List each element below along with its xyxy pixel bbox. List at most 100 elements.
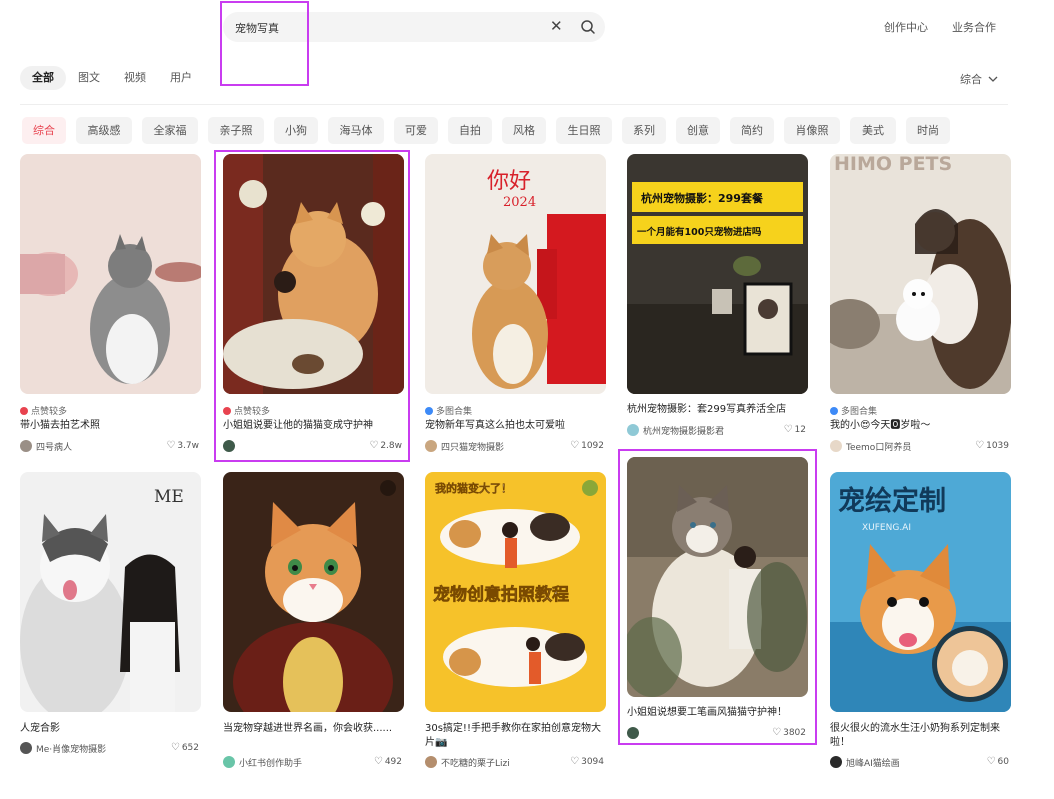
business-link[interactable]: 业务合作 [952,19,996,35]
chip-comprehensive[interactable]: 综合 [22,117,66,144]
like-count[interactable]: ♡ 3094 [570,756,604,767]
image-text: 杭州宠物摄影：299套餐 [641,191,764,205]
card-image[interactable] [223,472,404,712]
card-footer: 不吃糖的栗子Lizi ♡ 3094 [425,755,606,769]
avatar[interactable] [830,440,842,452]
chip-fashion[interactable]: 时尚 [906,117,950,144]
card-author[interactable]: 不吃糖的栗子Lizi [441,756,510,769]
card-image[interactable] [20,154,201,394]
image-text: XUFENG.AI [862,523,911,533]
play-icon [380,480,396,496]
close-icon[interactable]: ✕ [550,18,563,34]
chip-style[interactable]: 风格 [502,117,546,144]
heart-icon: ♡ [570,756,580,767]
card-author[interactable]: 四只猫宠物摄影 [441,440,504,453]
heart-icon: ♡ [570,440,580,451]
avatar[interactable] [627,727,639,739]
card-image[interactable]: 你好 2024 [425,154,606,394]
card-image[interactable]: 我的猫变大了！ 宠物创意拍照教程 [425,472,606,712]
play-icon [582,480,598,496]
like-count[interactable]: ♡ 3802 [772,727,806,738]
chip-himo[interactable]: 海马体 [328,117,384,144]
avatar[interactable] [223,756,235,768]
tab-video[interactable]: 视频 [124,66,146,90]
chip-cute[interactable]: 可爱 [394,117,438,144]
card-author[interactable]: 四号病人 [36,440,72,453]
card-title[interactable]: 宠物新年写真这么拍也太可爱啦 [425,419,606,433]
heart-icon: ♡ [986,756,996,767]
card-image[interactable]: 杭州宠物摄影：299套餐 一个月能有100只宠物进店吗 [627,154,808,394]
avatar[interactable] [20,742,32,754]
heart-icon: ♡ [369,440,379,451]
avatar[interactable] [425,440,437,452]
card-author[interactable]: 杭州宠物摄影摄影君 [643,424,724,437]
like-count[interactable]: ♡ 3.7w [166,440,199,451]
like-count[interactable]: ♡ 2.8w [369,440,402,451]
sort-dropdown[interactable]: 综合 [960,71,998,87]
card-footer: ♡ 2.8w [223,439,404,453]
card-author[interactable]: Teemo口阿养员 [846,440,911,453]
card-image[interactable]: 宠绘定制 XUFENG.AI [830,472,1011,712]
chip-puppy[interactable]: 小狗 [274,117,318,144]
heart-icon: ♡ [772,727,782,738]
card-title[interactable]: 当宠物穿越进世界名画，你会收获...... [223,722,404,750]
card-title[interactable]: 杭州宠物摄影：套299写真养活全店 [627,403,808,417]
avatar[interactable] [20,440,32,452]
chip-premium[interactable]: 高级感 [76,117,132,144]
card-title[interactable]: 带小猫去拍艺术照 [20,419,201,433]
sort-label: 综合 [960,73,982,86]
image-text: 宠绘定制 [838,485,946,517]
search-input[interactable]: 宠物写真 [235,20,279,36]
heart-icon: ♡ [170,742,180,753]
card-title[interactable]: 小姐姐说要让他的猫猫变成守护神 [223,419,404,433]
image-text: 2024 [503,195,536,210]
like-count[interactable]: ♡ 12 [784,424,806,435]
card-author[interactable]: 小红书创作助手 [239,756,302,769]
card-title[interactable]: 很火很火的流水生汪小奶狗系列定制来啦！ [830,722,1011,750]
search-icon[interactable] [580,19,596,35]
like-count[interactable]: ♡ 60 [987,756,1009,767]
card-tag: 多图合集 [830,404,877,417]
avatar[interactable] [830,756,842,768]
card-image[interactable]: ME [20,472,201,712]
chip-parent-child[interactable]: 亲子照 [208,117,264,144]
tab-users[interactable]: 用户 [170,66,192,90]
like-count[interactable]: ♡ 1039 [975,440,1009,451]
card-footer: 旭峰AI猫绘画 ♡ 60 [830,755,1011,769]
chip-family[interactable]: 全家福 [142,117,198,144]
card-image[interactable]: HIMO PETS [830,154,1011,394]
chip-selfie[interactable]: 自拍 [448,117,492,144]
card-footer: ♡ 3802 [627,726,808,740]
like-count[interactable]: ♡ 1092 [570,440,604,451]
chip-creative[interactable]: 创意 [676,117,720,144]
card-author[interactable]: Me·肖像宠物摄影 [36,742,106,755]
card-image[interactable] [223,154,404,394]
creator-center-link[interactable]: 创作中心 [884,19,928,35]
card-title[interactable]: 我的小😍今天🅾岁啦～ [830,419,1011,433]
like-count[interactable]: ♡ 652 [171,742,199,753]
chip-simple[interactable]: 简约 [730,117,774,144]
tab-notes[interactable]: 图文 [78,66,100,90]
search-bar[interactable]: 宠物写真 ✕ [223,12,605,42]
card-image[interactable] [627,457,808,697]
card-footer: 小红书创作助手 ♡ 492 [223,755,404,769]
avatar[interactable] [425,756,437,768]
avatar[interactable] [223,440,235,452]
divider [20,104,1008,105]
chip-series[interactable]: 系列 [622,117,666,144]
card-author[interactable]: 旭峰AI猫绘画 [846,756,900,769]
heart-icon: ♡ [975,440,985,451]
like-count[interactable]: ♡ 492 [374,756,402,767]
card-title[interactable]: 30s搞定!!手把手教你在家拍创意宠物大片📷 [425,722,606,750]
chip-portrait[interactable]: 肖像照 [784,117,840,144]
header: 宠物写真 ✕ 创作中心 业务合作 [0,0,1054,56]
card-title[interactable]: 人宠合影 [20,722,201,736]
chip-birthday[interactable]: 生日照 [556,117,612,144]
chip-american[interactable]: 美式 [850,117,896,144]
heart-icon: ♡ [166,440,176,451]
avatar[interactable] [627,424,639,436]
card-footer: 四只猫宠物摄影 ♡ 1092 [425,439,606,453]
card-title[interactable]: 小姐姐说想要工笔画风猫猫守护神！ [627,706,808,720]
tab-all[interactable]: 全部 [20,66,66,90]
image-text: 一个月能有100只宠物进店吗 [637,226,762,238]
